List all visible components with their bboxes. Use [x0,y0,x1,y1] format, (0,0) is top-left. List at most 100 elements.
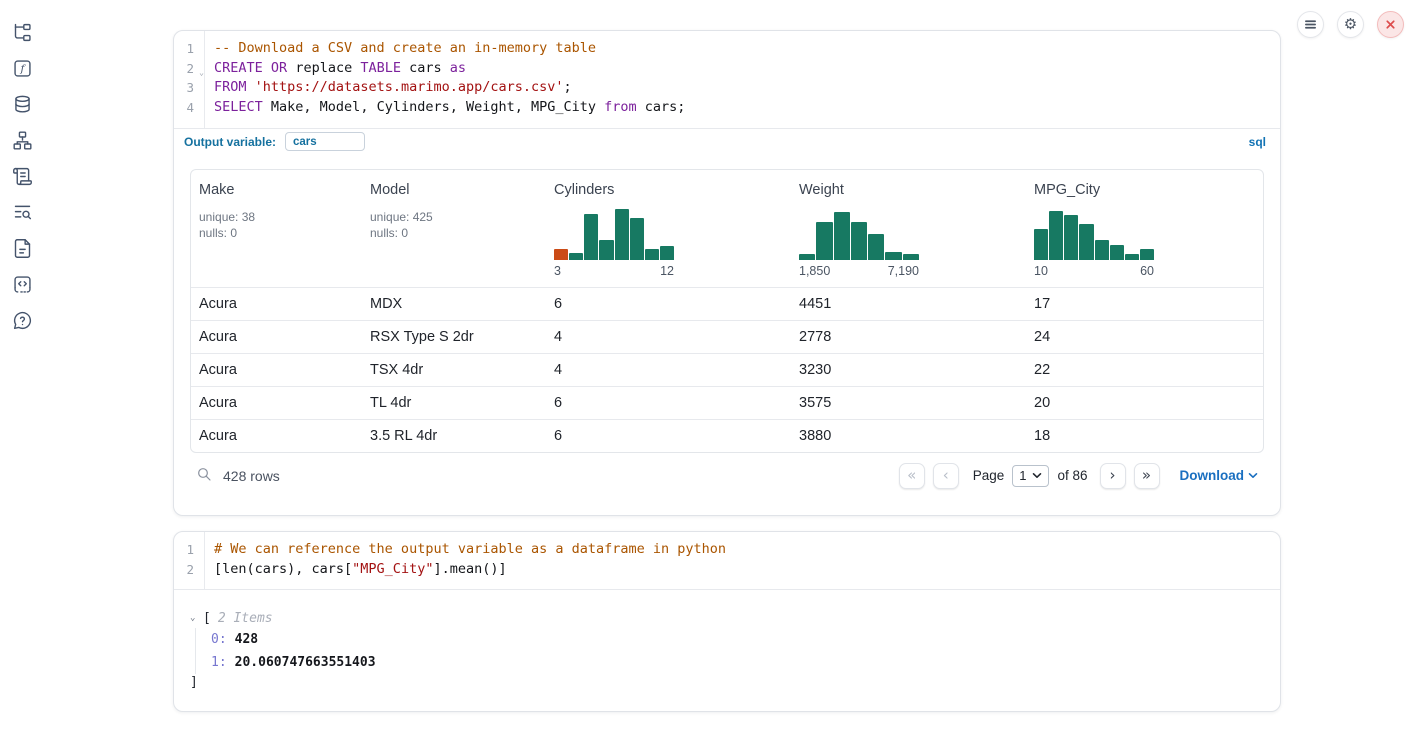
table-cell: Acura [191,428,362,444]
histogram-bar [630,218,644,260]
snippets-icon[interactable] [11,273,33,295]
code-token: replace [287,60,360,76]
next-page-button[interactable]: › [1100,463,1126,489]
code-token: from [604,99,637,115]
line-number: 4 [174,98,204,118]
svg-text:f: f [19,63,26,75]
code-token: Make, Model, Cylinders, Weight, MPG_City [263,99,604,115]
variables-icon[interactable]: f [11,57,33,79]
last-page-button[interactable]: » [1134,463,1160,489]
list-item: 0: 428 [211,628,1264,651]
code-line[interactable]: 2[len(cars), cars["MPG_City"].mean()] [174,560,1280,580]
python-code-editor[interactable]: 1# We can reference the output variable … [174,532,1280,589]
histogram-axis-labels: 10 60 [1034,264,1154,278]
code-token: 'https://datasets.marimo.app/cars.csv' [255,79,564,95]
table-cell: 4 [546,362,791,378]
page-select[interactable]: 1 [1012,465,1049,487]
table-cell: Acura [191,329,362,345]
table-cell: Acura [191,362,362,378]
code-token: -- Download a CSV and create an in-memor… [214,40,596,56]
tree-items: 0: 428 1: 20.060747663551403 [195,628,1264,674]
file-tree-icon[interactable] [11,21,33,43]
weight-histogram: 1,850 7,190 [799,208,919,278]
tree-collapse-icon[interactable]: ⌄ [190,613,203,623]
datasources-icon[interactable] [11,93,33,115]
code-line[interactable]: 1-- Download a CSV and create an in-memo… [174,39,1280,59]
table-row[interactable]: AcuraTL 4dr6357520 [191,386,1263,419]
prev-page-button[interactable]: ‹ [933,463,959,489]
table-row[interactable]: AcuraMDX6445117 [191,287,1263,320]
pagination: « ‹ Page 1 of 86 › » Download [899,463,1258,489]
python-cell-output: ⌄ [ 2 Items 0: 428 1: 20.060747663551403… [174,589,1280,704]
histogram-bar [615,209,629,259]
histogram-bar [903,254,919,260]
column-name[interactable]: Weight [799,182,1018,198]
cylinders-histogram: 3 12 [554,208,674,278]
logs-icon[interactable] [11,201,33,223]
mpg-city-histogram: 10 60 [1034,208,1154,278]
items-count: 2 Items [218,611,273,626]
table-cell: 3230 [791,362,1026,378]
column-name[interactable]: Make [199,182,354,198]
table-cell: 3575 [791,395,1026,411]
item-value: 20.060747663551403 [235,655,376,670]
code-token: ].mean()] [433,561,506,577]
code-line[interactable]: 4SELECT Make, Model, Cylinders, Weight, … [174,98,1280,118]
column-name[interactable]: Cylinders [554,182,783,198]
table-cell: RSX Type S 2dr [362,329,546,345]
help-icon[interactable] [11,309,33,331]
table-cell: 2778 [791,329,1026,345]
table-cell: 20 [1026,395,1263,411]
histogram-bar [584,214,598,260]
code-token [247,79,255,95]
code-line[interactable]: 2⌄CREATE OR replace TABLE cars as [174,59,1280,79]
code-line[interactable]: 1# We can reference the output variable … [174,540,1280,560]
scratchpad-icon[interactable] [11,165,33,187]
histogram-bar [868,234,884,260]
column-name[interactable]: MPG_City [1034,182,1255,198]
first-page-button[interactable]: « [899,463,925,489]
table-cell: 3.5 RL 4dr [362,428,546,444]
histogram-axis-labels: 1,850 7,190 [799,264,919,278]
page-total: of 86 [1057,468,1087,483]
page-label: Page [973,468,1005,483]
chevron-down-icon [1248,472,1258,479]
column-stats: unique: 425 nulls: 0 [370,209,538,241]
table-row[interactable]: Acura3.5 RL 4dr6388018 [191,419,1263,452]
line-number: 3 [174,78,204,98]
line-number: 1 [174,540,204,560]
download-button[interactable]: Download [1180,468,1259,483]
output-variable-label: Output variable: [184,135,276,149]
documentation-icon[interactable] [11,237,33,259]
table-row[interactable]: AcuraRSX Type S 2dr4277824 [191,320,1263,353]
output-variable-input[interactable]: cars [285,132,365,151]
table-header: Make unique: 38 nulls: 0 Model unique: 4… [191,170,1263,287]
histogram-bar [1064,215,1078,260]
hamburger-menu-icon[interactable] [1297,11,1324,38]
table-row[interactable]: AcuraTSX 4dr4323022 [191,353,1263,386]
helper-panel-sidebar: f [0,0,44,729]
search-icon[interactable] [196,466,212,485]
row-count: 428 rows [223,468,280,484]
histogram-bar [799,254,815,260]
histogram-bar [645,249,659,259]
histogram-axis-labels: 3 12 [554,264,674,278]
histogram-bar [660,246,674,260]
code-token: "MPG_City" [352,561,433,577]
close-bracket: ] [190,675,1264,690]
line-number: 2 [174,560,204,580]
table-cell: 3880 [791,428,1026,444]
sql-cell: 1 -- Download a CSV and create an in-memo… [173,30,1281,516]
column-name[interactable]: Model [370,182,538,198]
code-token: OR [271,60,287,76]
close-icon[interactable] [1377,11,1404,38]
table-cell: 18 [1026,428,1263,444]
code-line[interactable]: 3FROM 'https://datasets.marimo.app/cars.… [174,78,1280,98]
gear-icon[interactable]: ⚙ [1337,11,1364,38]
histogram-bar [569,253,583,260]
histogram-bar [1095,240,1109,260]
column-header-mpg-city: MPG_City 10 60 [1026,170,1263,287]
dependency-graph-icon[interactable] [11,129,33,151]
code-token: CREATE [214,60,263,76]
sql-code-editor[interactable]: 1-- Download a CSV and create an in-memo… [174,31,1280,128]
